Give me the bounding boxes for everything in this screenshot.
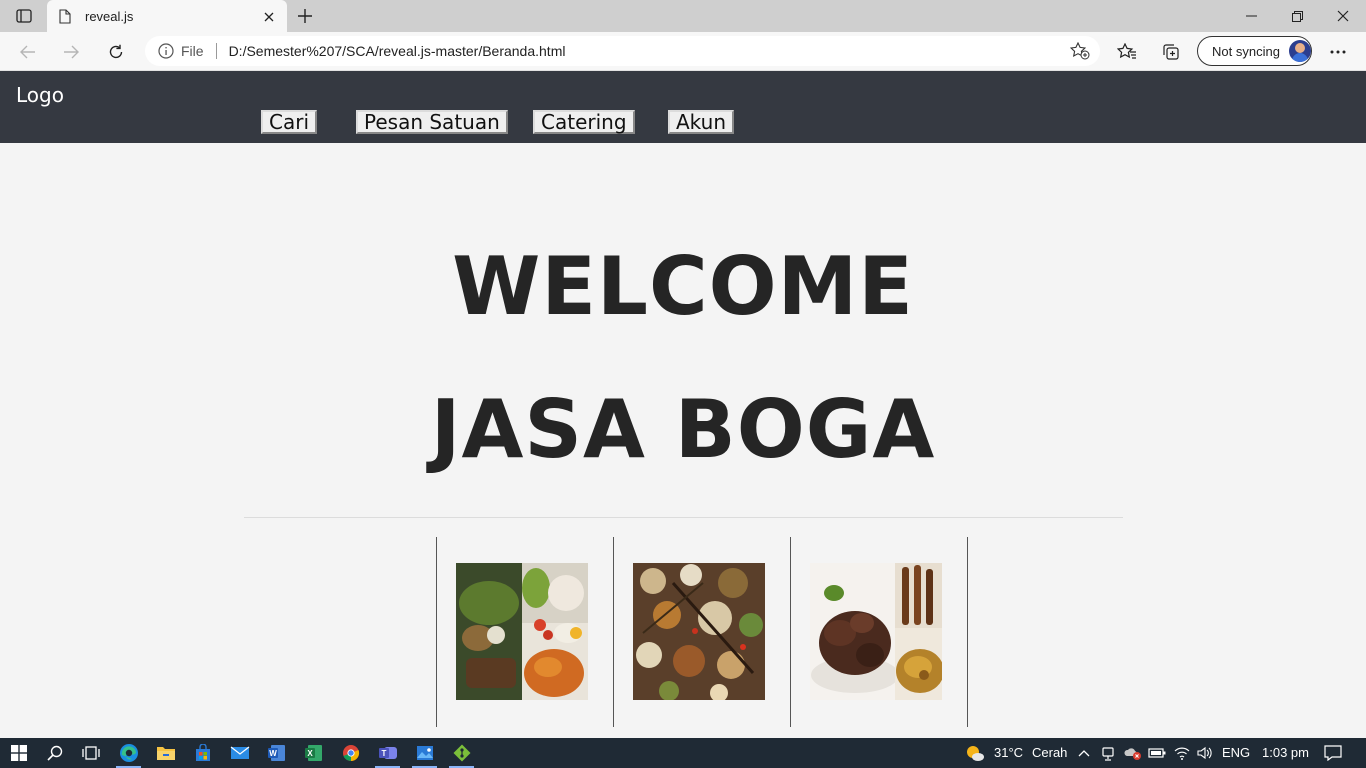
address-bar[interactable]: File D:/Semester%207/SCA/reveal.js-maste…: [145, 36, 1100, 66]
nav-button-catering[interactable]: Catering: [533, 110, 635, 134]
collections-icon[interactable]: [1157, 38, 1185, 66]
address-separator: [215, 43, 217, 59]
tab-actions-icon[interactable]: [10, 6, 38, 26]
divider: [244, 517, 1123, 518]
avatar: [1288, 40, 1311, 62]
svg-text:W: W: [269, 749, 277, 758]
word-icon[interactable]: W: [258, 738, 295, 768]
url-scheme-label: File: [181, 43, 204, 59]
language-indicator[interactable]: ENG: [1222, 745, 1250, 760]
battery-icon[interactable]: [1147, 738, 1167, 768]
file-explorer-icon[interactable]: [147, 738, 184, 768]
wifi-icon[interactable]: [1172, 738, 1192, 768]
more-options-icon[interactable]: [1324, 38, 1352, 66]
gallery-cell: [437, 537, 614, 727]
store-icon[interactable]: [184, 738, 221, 768]
weather-icon[interactable]: [962, 738, 988, 768]
taskbar: W X T 31°C Cerah ENG 1:03 pm: [0, 738, 1366, 768]
chevron-up-icon[interactable]: [1074, 738, 1094, 768]
hero-heading-welcome: WELCOME: [452, 240, 914, 333]
browser-tab-strip: reveal.js: [0, 0, 1366, 33]
gallery-cell: [791, 537, 968, 727]
gallery-cell: [614, 537, 791, 727]
excel-icon[interactable]: X: [295, 738, 332, 768]
svg-text:X: X: [307, 749, 313, 758]
svg-text:T: T: [381, 749, 386, 758]
nav-button-akun[interactable]: Akun: [668, 110, 734, 134]
food-gallery: [436, 537, 968, 727]
close-window-button[interactable]: [1320, 0, 1366, 32]
start-button[interactable]: [0, 738, 37, 768]
chrome-icon[interactable]: [332, 738, 369, 768]
site-header: Logo Cari Pesan Satuan Catering Akun: [0, 71, 1366, 143]
minimize-button[interactable]: [1228, 0, 1274, 32]
nav-button-cari[interactable]: Cari: [261, 110, 317, 134]
onedrive-icon[interactable]: [1122, 738, 1144, 768]
add-favorite-icon[interactable]: [1066, 38, 1094, 64]
edge-taskbar-icon[interactable]: [110, 738, 147, 768]
notification-icon[interactable]: [1318, 738, 1348, 768]
profile-button[interactable]: Not syncing: [1197, 36, 1312, 66]
url-text[interactable]: D:/Semester%207/SCA/reveal.js-master/Ber…: [229, 43, 1066, 59]
browser-tab[interactable]: reveal.js: [47, 0, 287, 33]
photos-icon[interactable]: [406, 738, 443, 768]
favorites-icon[interactable]: [1113, 38, 1141, 66]
refresh-icon[interactable]: [102, 38, 130, 66]
browser-toolbar: File D:/Semester%207/SCA/reveal.js-maste…: [0, 32, 1366, 71]
weather-description[interactable]: Cerah: [1032, 745, 1067, 760]
task-view-icon[interactable]: [72, 738, 109, 768]
search-icon[interactable]: [36, 738, 73, 768]
food-photo-3[interactable]: [810, 563, 942, 700]
tab-title: reveal.js: [85, 9, 134, 24]
new-tab-button[interactable]: [292, 4, 318, 28]
profile-status-label: Not syncing: [1212, 43, 1280, 59]
info-icon[interactable]: [157, 42, 175, 60]
weather-temperature[interactable]: 31°C: [994, 745, 1023, 760]
restore-button[interactable]: [1274, 0, 1320, 32]
volume-icon[interactable]: [1195, 738, 1215, 768]
food-photo-2[interactable]: [633, 563, 765, 700]
meet-now-icon[interactable]: [1098, 738, 1118, 768]
git-icon[interactable]: [443, 738, 480, 768]
forward-arrow-icon[interactable]: [57, 38, 85, 66]
clock[interactable]: 1:03 pm: [1262, 745, 1309, 760]
food-photo-1[interactable]: [456, 563, 588, 700]
back-arrow-icon[interactable]: [14, 38, 42, 66]
site-logo[interactable]: Logo: [16, 83, 64, 107]
teams-icon[interactable]: T: [369, 738, 406, 768]
nav-button-pesan-satuan[interactable]: Pesan Satuan: [356, 110, 508, 134]
close-tab-icon[interactable]: [257, 5, 281, 29]
page-icon: [59, 8, 73, 25]
hero-heading-jasa-boga: JASA BOGA: [430, 383, 936, 476]
mail-icon[interactable]: [221, 738, 258, 768]
